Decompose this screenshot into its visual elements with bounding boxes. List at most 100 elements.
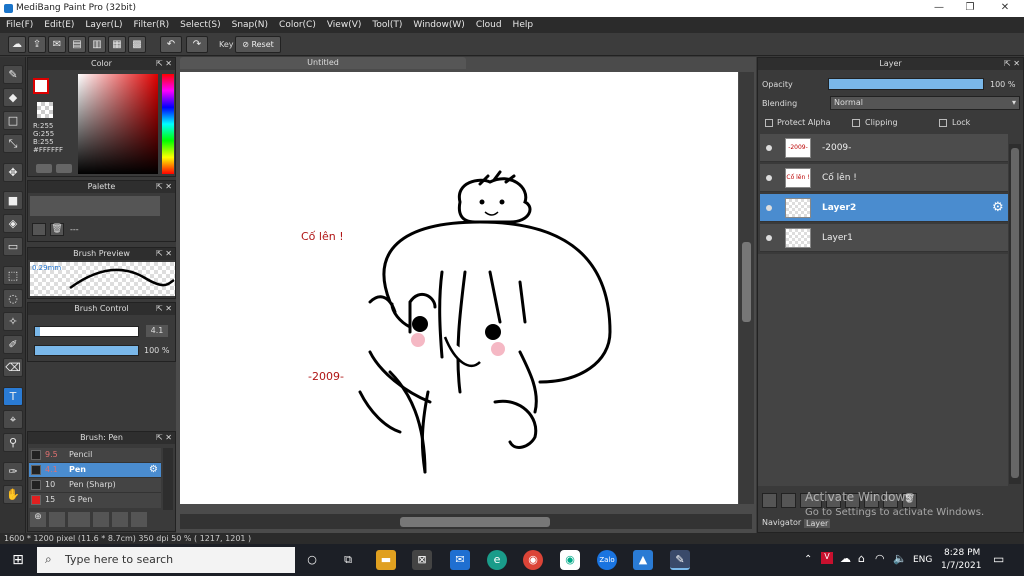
color-mode-button[interactable] (36, 164, 52, 173)
taskbar-search[interactable]: ⌕ Type here to search (37, 547, 295, 573)
gear-icon[interactable]: ⚙ (992, 200, 1004, 215)
bucket-tool-icon[interactable]: ◈ (3, 214, 23, 233)
edge-icon[interactable]: e (487, 550, 507, 570)
new-layer-type-icon[interactable] (781, 493, 796, 508)
panel-close-icon[interactable]: ⇱ ✕ (1004, 58, 1020, 70)
panel-close-icon[interactable]: ⇱ ✕ (156, 303, 172, 315)
zalo-icon[interactable]: Zalo (597, 550, 617, 570)
operation-tool-icon[interactable]: ⌖ (3, 410, 23, 429)
store-icon[interactable]: ⊠ (412, 550, 432, 570)
photos-icon[interactable]: ▲ (633, 550, 653, 570)
select-rect-icon[interactable]: ⬚ (3, 266, 23, 285)
clipping-checkbox[interactable] (852, 119, 860, 127)
menu-view[interactable]: View(V) (327, 20, 362, 30)
text-tool-icon[interactable]: T (3, 387, 23, 406)
close-button[interactable]: ✕ (990, 2, 1020, 13)
menu-tool[interactable]: Tool(T) (372, 20, 402, 30)
brush-size-slider[interactable] (34, 326, 139, 337)
cloud-icon[interactable]: ☁ (8, 36, 26, 53)
layer-row-co-len[interactable]: Cố lên ! Cố lên ! (760, 164, 1008, 192)
lasso-icon[interactable]: ◌ (3, 289, 23, 308)
menu-color[interactable]: Color(C) (279, 20, 316, 30)
dropper-tool-icon[interactable]: ⚲ (3, 433, 23, 452)
new-brush-icon[interactable] (49, 512, 65, 527)
coccoc-icon[interactable]: ◉ (560, 550, 580, 570)
trash-icon[interactable]: 🗑 (50, 223, 64, 236)
select-eraser-icon[interactable]: ⌫ (3, 358, 23, 377)
vertical-scroll-thumb[interactable] (742, 242, 751, 322)
palette-swatches[interactable] (30, 196, 160, 216)
folder-icon[interactable] (112, 512, 128, 527)
hue-slider[interactable] (162, 74, 174, 174)
menu-snap[interactable]: Snap(N) (232, 20, 268, 30)
mail-icon[interactable]: ✉ (450, 550, 470, 570)
eyedropper-icon[interactable]: ✑ (3, 462, 23, 481)
canvas-text-co-len[interactable]: Cố lên ! (301, 230, 344, 243)
cloud-tray-icon[interactable]: ☁ (840, 552, 851, 565)
panel-close-icon[interactable]: ⇱ ✕ (156, 181, 172, 193)
saturation-value-picker[interactable] (78, 74, 158, 174)
minimize-button[interactable]: — (924, 2, 954, 13)
color-mode2-button[interactable] (56, 164, 72, 173)
panel-close-icon[interactable]: ⇱ ✕ (156, 432, 172, 444)
menu-layer[interactable]: Layer(L) (85, 20, 122, 30)
layer-tab[interactable]: Layer (804, 519, 831, 528)
fill-rect-tool-icon[interactable]: ■ (3, 191, 23, 210)
hand-tool-icon[interactable]: ✋ (3, 485, 23, 504)
brush-item-g-pen[interactable]: 15 G Pen (29, 493, 161, 508)
cortana-icon[interactable]: ○ (302, 550, 322, 570)
panel-close-icon[interactable]: ⇱ ✕ (156, 248, 172, 260)
menu-cloud[interactable]: Cloud (476, 20, 502, 30)
page-icon[interactable]: ▥ (88, 36, 106, 53)
notification-icon[interactable]: ▭ (993, 552, 1004, 566)
menu-filter[interactable]: Filter(R) (134, 20, 170, 30)
background-color-swatch[interactable] (37, 102, 53, 118)
maximize-button[interactable]: ❐ (955, 2, 985, 13)
menu-help[interactable]: Help (513, 20, 534, 30)
grid2-icon[interactable]: ▩ (128, 36, 146, 53)
clock-time[interactable]: 8:28 PM (944, 548, 980, 558)
new-layer-icon[interactable] (762, 493, 777, 508)
brush-opacity-slider[interactable] (34, 345, 139, 356)
duplicate-icon[interactable] (131, 512, 147, 527)
blending-select[interactable]: Normal ▾ (830, 96, 1020, 110)
select-pen-icon[interactable]: ✐ (3, 335, 23, 354)
eye-icon[interactable] (766, 205, 772, 211)
file-explorer-icon[interactable]: ▬ (376, 550, 396, 570)
new-palette-icon[interactable] (32, 223, 46, 236)
shape-tool-icon[interactable]: □ (3, 111, 23, 130)
layer-row-layer1[interactable]: Layer1 (760, 224, 1008, 252)
gear-icon[interactable]: ⚙ (149, 464, 158, 475)
eye-icon[interactable] (766, 175, 772, 181)
brush-size-value[interactable]: 4.1 (146, 325, 168, 337)
brush-item-pen-sharp[interactable]: 10 Pen (Sharp) (29, 478, 161, 493)
move-tool-icon[interactable]: ✥ (3, 163, 23, 182)
layer-row-2009[interactable]: -2009- -2009- (760, 134, 1008, 162)
add-brush-icon[interactable]: ⊕ (30, 512, 46, 527)
copy-brush-icon[interactable] (93, 512, 109, 527)
lock-checkbox[interactable] (939, 119, 947, 127)
windows-start-icon[interactable]: ⊞ (8, 550, 28, 570)
panel-close-icon[interactable]: ⇱ ✕ (156, 58, 172, 70)
canvas-vertical-scrollbar[interactable] (739, 72, 754, 504)
canvas-horizontal-scrollbar[interactable] (180, 514, 752, 529)
clock-date[interactable]: 1/7/2021 (941, 561, 981, 571)
document-tab[interactable]: Untitled (180, 57, 466, 69)
menu-window[interactable]: Window(W) (413, 20, 464, 30)
layer-list-scrollbar[interactable] (1009, 144, 1021, 484)
upload-icon[interactable]: ⇪ (28, 36, 46, 53)
eye-icon[interactable] (766, 235, 772, 241)
horizontal-scroll-thumb[interactable] (400, 517, 550, 527)
brush-list-scrollbar[interactable] (163, 448, 173, 510)
brush-menu-icon[interactable] (68, 512, 90, 527)
volume-tray-icon[interactable]: 🔈 (893, 552, 907, 565)
layer-opacity-slider[interactable] (828, 78, 984, 90)
medibang-icon[interactable]: ✎ (670, 550, 690, 570)
brush-item-pen[interactable]: 4.1 Pen ⚙ (29, 463, 161, 478)
magic-wand-icon[interactable]: ✧ (3, 312, 23, 331)
gradient-tool-icon[interactable]: ▭ (3, 237, 23, 256)
brush-tool-icon[interactable]: ✎ (3, 65, 23, 84)
redo-icon[interactable]: ↷ (186, 36, 208, 53)
menu-edit[interactable]: Edit(E) (44, 20, 74, 30)
tray-chevron-icon[interactable]: ⌃ (804, 554, 812, 565)
